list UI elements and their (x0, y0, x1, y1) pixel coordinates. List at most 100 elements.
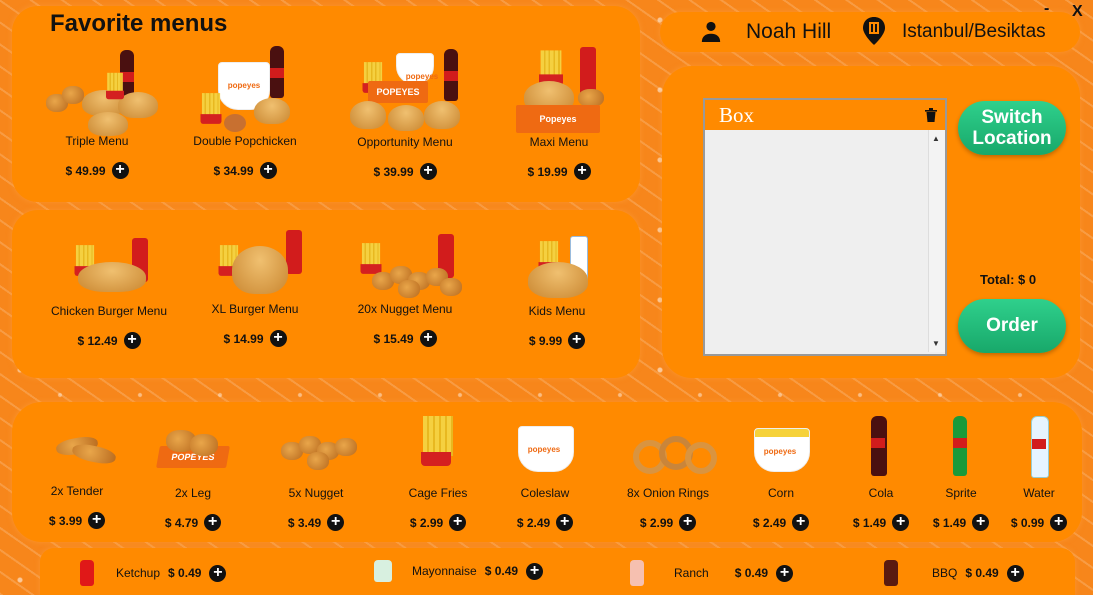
menu-name: Kids Menu (528, 304, 586, 318)
side-card-nugget[interactable]: 5x Nugget $ 3.49 + (251, 416, 381, 531)
add-icon[interactable]: + (776, 564, 794, 582)
user-location: Istanbul/Besiktas (902, 21, 1046, 42)
menu-price: $ 49.99 (65, 163, 106, 178)
page-title: Favorite menus (50, 10, 228, 37)
add-icon[interactable]: + (573, 163, 591, 180)
triple-menu-image (32, 42, 162, 136)
xl-burger-menu-image (190, 226, 320, 298)
add-icon[interactable]: + (419, 330, 437, 347)
add-icon[interactable]: + (259, 162, 277, 179)
menu-name: Maxi Menu (529, 135, 589, 149)
add-icon[interactable]: + (204, 514, 222, 531)
menu-card-double-popchicken[interactable]: Double Popchicken $ 34.99 + (170, 42, 320, 179)
menu-name: Triple Menu (65, 134, 129, 148)
menu-price: $ 39.99 (373, 164, 414, 179)
add-icon[interactable]: + (209, 564, 227, 582)
user-name: Noah Hill (746, 20, 832, 43)
add-icon[interactable]: + (526, 562, 544, 580)
add-icon[interactable]: + (679, 514, 697, 531)
leg-image: POPEYES (128, 416, 258, 482)
corn-image (716, 416, 846, 482)
close-button[interactable]: X (1072, 3, 1083, 21)
side-name: Coleslaw (520, 486, 570, 500)
side-price: $ 0.99 (1010, 515, 1045, 530)
sauce-name: Mayonnaise (412, 564, 477, 578)
add-icon[interactable]: + (88, 512, 106, 529)
trash-icon[interactable] (925, 108, 937, 122)
add-icon[interactable]: + (269, 330, 287, 347)
add-icon[interactable]: + (792, 514, 810, 531)
add-icon[interactable]: + (892, 514, 910, 531)
ranch-bottle-icon (630, 560, 644, 586)
nugget-menu-image (340, 226, 470, 298)
sauce-price: $ 0.49 (168, 566, 202, 580)
add-icon[interactable]: + (123, 332, 141, 349)
sauce-bbq[interactable]: BBQ $ 0.49 + (884, 560, 1024, 586)
kids-menu-image (492, 226, 622, 300)
sauce-name: Ranch (674, 566, 709, 580)
add-icon[interactable]: + (1050, 514, 1068, 531)
mayonnaise-jar-icon (374, 560, 392, 582)
menu-card-kids[interactable]: Kids Menu $ 9.99 + (482, 226, 632, 349)
add-icon[interactable]: + (449, 514, 467, 531)
menu-card-chicken-burger[interactable]: Chicken Burger Menu $ 12.49 + (34, 226, 184, 349)
cart-scrollbar[interactable]: ▲ ▼ (928, 130, 945, 352)
add-icon[interactable]: + (568, 332, 586, 349)
add-icon[interactable]: + (972, 514, 990, 531)
menu-name: Chicken Burger Menu (50, 304, 168, 318)
menu-card-triple[interactable]: Triple Menu $ 49.99 + (22, 42, 172, 179)
side-price: $ 1.49 (932, 515, 967, 530)
tender-image (12, 416, 142, 480)
add-icon[interactable]: + (556, 514, 574, 531)
menu-name: Opportunity Menu (357, 135, 453, 149)
side-price: $ 2.99 (409, 515, 444, 530)
ketchup-bottle-icon (80, 560, 94, 586)
scroll-down-icon[interactable]: ▼ (932, 339, 940, 348)
side-card-leg[interactable]: POPEYES 2x Leg $ 4.79 + (128, 416, 258, 531)
menu-price: $ 12.49 (77, 333, 118, 348)
add-icon[interactable]: + (111, 162, 129, 179)
side-card-water[interactable]: Water $ 0.99 + (989, 416, 1089, 531)
side-price: $ 2.99 (639, 515, 674, 530)
add-icon[interactable]: + (419, 163, 437, 180)
menu-name: 20x Nugget Menu (357, 302, 453, 316)
side-price: $ 3.49 (287, 515, 322, 530)
menu-price: $ 15.49 (373, 331, 414, 346)
side-price: $ 4.79 (164, 515, 199, 530)
order-button[interactable]: Order (958, 299, 1066, 353)
menu-name: XL Burger Menu (211, 302, 299, 316)
sauce-name: Ketchup (116, 566, 161, 580)
side-price: $ 3.99 (48, 513, 83, 528)
sauce-mayonnaise[interactable]: Mayonnaise $ 0.49 + (374, 560, 544, 582)
menu-card-20x-nugget[interactable]: 20x Nugget Menu $ 15.49 + (330, 226, 480, 347)
menu-card-opportunity[interactable]: POPEYES Opportunity Menu $ 39.99 + (330, 43, 480, 180)
sauce-ketchup[interactable]: Ketchup $ 0.49 + (80, 560, 227, 586)
cart-header: Box (705, 100, 945, 130)
menu-name: Double Popchicken (193, 134, 297, 148)
chicken-burger-menu-image (44, 226, 174, 300)
switch-location-button[interactable]: Switch Location (958, 101, 1066, 155)
side-price: $ 2.49 (516, 515, 551, 530)
cart-title: Box (719, 103, 755, 127)
side-card-coleslaw[interactable]: Coleslaw $ 2.49 + (480, 416, 610, 531)
side-card-corn[interactable]: Corn $ 2.49 + (716, 416, 846, 531)
sauce-price: $ 0.49 (484, 564, 519, 578)
side-name: Water (1023, 486, 1055, 500)
side-name: 5x Nugget (288, 486, 344, 500)
person-icon (701, 21, 721, 42)
scroll-up-icon[interactable]: ▲ (932, 134, 940, 143)
minimize-button[interactable]: - (1044, 0, 1049, 18)
menu-card-maxi[interactable]: Popeyes Maxi Menu $ 19.99 + (484, 43, 634, 180)
sauce-price: $ 0.49 (734, 566, 769, 580)
side-price: $ 1.49 (852, 515, 887, 530)
add-icon[interactable]: + (1006, 564, 1024, 582)
cart-list[interactable]: Box ▲ ▼ (703, 98, 947, 356)
sauce-ranch[interactable]: Ranch $ 0.49 + (630, 560, 794, 586)
menu-card-xl-burger[interactable]: XL Burger Menu $ 14.99 + (180, 226, 330, 347)
location-pin-icon[interactable] (862, 17, 886, 45)
menu-price: $ 9.99 (528, 333, 563, 348)
double-popchicken-image (180, 42, 310, 132)
add-icon[interactable]: + (327, 514, 345, 531)
nugget-image (251, 416, 381, 482)
menu-price: $ 14.99 (223, 331, 264, 346)
